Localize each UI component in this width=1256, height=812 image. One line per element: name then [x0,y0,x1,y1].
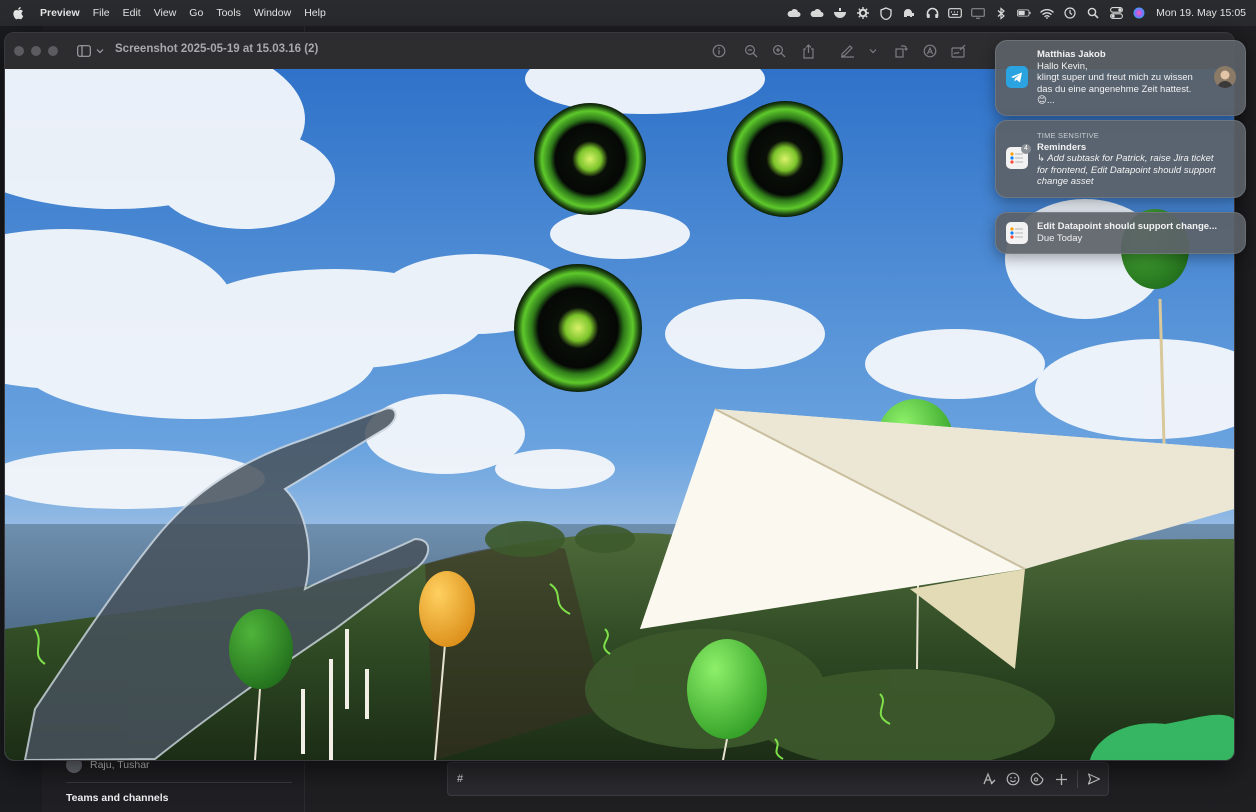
highlight-icon[interactable] [922,43,938,59]
notification-title: Edit Datapoint should support change... [1037,221,1217,232]
compose-toolbar [973,763,1102,795]
window-title: Screenshot 2025-05-19 at 15.03.16 (2) [115,43,319,55]
telegram-icon [1006,66,1028,88]
share-icon[interactable] [800,43,816,59]
divider [66,782,292,783]
status-area: Mon 19. May 15:05 [778,0,1246,26]
notification-line: for frontend, Edit Datapoint should supp… [1037,164,1216,176]
emoji-icon[interactable] [1005,771,1021,787]
sticker-icon[interactable] [1029,771,1045,787]
notification-line: 😊... [1037,95,1055,107]
elephant-icon[interactable] [902,7,916,19]
zoom-in-icon[interactable] [771,43,787,59]
menu-go[interactable]: Go [189,7,203,19]
chevron-down-icon[interactable] [865,43,881,59]
battery-icon[interactable] [1017,7,1031,19]
notification-title: Reminders [1037,141,1087,153]
info-icon[interactable] [711,43,727,59]
zoom-out-icon[interactable] [743,43,759,59]
gear-icon[interactable] [856,7,870,19]
menu-tools[interactable]: Tools [216,7,241,19]
minimize-button[interactable] [31,46,41,56]
cloud-icon[interactable] [810,7,824,19]
menu-edit[interactable]: Edit [123,7,141,19]
menu-view[interactable]: View [154,7,177,19]
notification-subtitle: Due Today [1037,232,1083,244]
notification-line: klingt super und freut mich zu wissen [1037,72,1193,84]
markup-icon[interactable] [839,43,855,59]
notification-body: Edit Datapoint should support change... … [1037,221,1235,244]
display-icon[interactable] [971,7,986,19]
menu-bar: Preview File Edit View Go Tools Window H… [0,0,1256,26]
notification-line-text: Add subtask for Patrick, raise Jira tick… [1047,153,1214,165]
menu-help[interactable]: Help [304,7,326,19]
toolbar-separator [1077,770,1078,788]
menu-file[interactable]: File [93,7,110,19]
notification-reminders[interactable]: 4 TIME SENSITIVE Reminders ↳ Add subtask… [995,120,1246,198]
compose-box[interactable]: # [447,762,1109,796]
notification-line: das du eine angenehme Zeit hattest. [1037,83,1192,95]
time-sensitive-label: TIME SENSITIVE [1037,131,1099,140]
notification-reminder-due[interactable]: Edit Datapoint should support change... … [995,212,1246,254]
chevron-down-icon [96,49,104,54]
notification-telegram[interactable]: Matthias Jakob Hallo Kevin, klingt super… [995,40,1246,116]
send-icon[interactable] [1086,771,1102,787]
compose-input[interactable]: # [457,773,463,785]
section-heading[interactable]: Teams and channels [66,792,169,804]
subtask-icon: ↳ [1037,153,1048,165]
clock-icon[interactable] [1063,7,1077,19]
reminders-icon [1006,222,1028,244]
apple-icon[interactable] [12,6,26,20]
avatar [1214,66,1236,88]
menu-app-name[interactable]: Preview [40,7,80,19]
rotate-icon[interactable] [893,43,909,59]
notification-sender: Matthias Jakob [1037,49,1106,60]
cloud-icon[interactable] [787,7,801,19]
siri-icon[interactable] [1132,7,1146,19]
menubar-clock[interactable]: Mon 19. May 15:05 [1156,7,1246,19]
control-center-icon[interactable] [1109,7,1123,19]
format-icon[interactable] [981,771,997,787]
notification-body: Matthias Jakob Hallo Kevin, klingt super… [1037,49,1211,107]
keyboard-icon[interactable] [948,7,963,19]
notification-line: Hallo Kevin, [1037,60,1088,72]
wifi-icon[interactable] [1040,7,1054,19]
sidebar-toggle-button[interactable] [77,43,107,59]
headphones-icon[interactable] [925,7,939,19]
sidebar-icon [77,45,91,57]
notification-badge: 4 [1021,144,1031,154]
plus-icon[interactable] [1053,771,1069,787]
bluetooth-icon[interactable] [994,6,1008,20]
search-icon[interactable] [1086,7,1100,19]
notification-line: ↳ Add subtask for Patrick, raise Jira ti… [1037,153,1233,165]
shield-icon[interactable] [879,6,893,20]
bowl-icon[interactable] [833,7,847,19]
close-button[interactable] [14,46,24,56]
notification-body: TIME SENSITIVE Reminders ↳ Add subtask f… [1037,130,1233,188]
sign-icon[interactable] [951,43,967,59]
menu-window[interactable]: Window [254,7,291,19]
notification-line: change asset [1037,176,1094,188]
zoom-button[interactable] [48,46,58,56]
